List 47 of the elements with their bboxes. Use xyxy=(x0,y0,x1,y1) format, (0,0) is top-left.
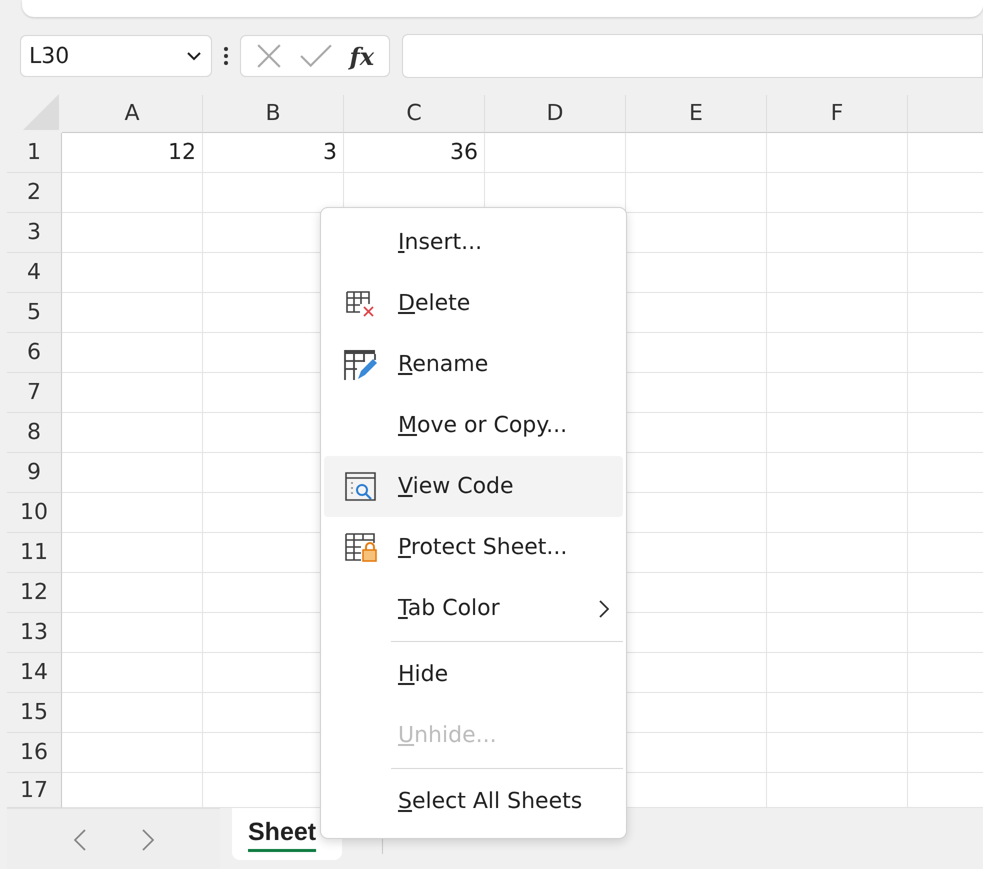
row-header[interactable]: 8 xyxy=(7,413,62,453)
menu-item[interactable]: Protect Sheet... xyxy=(324,517,623,578)
row-header[interactable]: 2 xyxy=(7,173,62,213)
row-header[interactable]: 9 xyxy=(7,453,62,493)
menu-item[interactable]: Move or Copy... xyxy=(324,395,623,456)
table-cell: 12 xyxy=(62,133,203,173)
row-header[interactable]: 5 xyxy=(7,293,62,333)
window-magnifier-icon xyxy=(345,472,377,502)
table-delete-icon xyxy=(346,290,376,316)
row-header[interactable]: 11 xyxy=(7,533,62,573)
table-cell: 3 xyxy=(203,133,344,173)
formula-input[interactable] xyxy=(402,34,983,78)
row-header[interactable]: 12 xyxy=(7,573,62,613)
chevron-left-icon[interactable] xyxy=(74,828,86,850)
table-pencil-icon xyxy=(344,348,378,380)
column-header[interactable]: A xyxy=(62,95,203,133)
row-header[interactable]: 6 xyxy=(7,333,62,373)
menu-item[interactable]: Insert... xyxy=(324,212,623,273)
row-header[interactable]: 13 xyxy=(7,613,62,653)
menu-item[interactable]: View Code xyxy=(324,456,623,517)
row-header[interactable]: 15 xyxy=(7,693,62,733)
column-header[interactable]: B xyxy=(203,95,344,133)
insert-function-button[interactable]: fx xyxy=(349,42,374,70)
row-header[interactable]: 16 xyxy=(7,733,62,773)
table-cell: 36 xyxy=(344,133,485,173)
menu-item[interactable]: Hide xyxy=(324,644,623,705)
row-header[interactable]: 14 xyxy=(7,653,62,693)
chevron-right-icon[interactable] xyxy=(142,828,154,850)
menu-item[interactable]: Delete xyxy=(324,273,623,334)
chevron-down-icon xyxy=(187,52,201,60)
checkmark-icon[interactable] xyxy=(300,43,332,69)
row-header[interactable]: 1 xyxy=(7,133,62,173)
row-header[interactable]: 17 xyxy=(7,773,62,808)
row-header[interactable]: 7 xyxy=(7,373,62,413)
row-header[interactable]: 4 xyxy=(7,253,62,293)
column-header[interactable]: F xyxy=(767,95,908,133)
column-header[interactable]: C xyxy=(344,95,485,133)
row-header[interactable]: 3 xyxy=(7,213,62,253)
name-box[interactable]: L30 xyxy=(20,35,212,77)
menu-item[interactable]: Rename xyxy=(324,334,623,395)
menu-item[interactable]: Tab Color xyxy=(324,578,623,639)
cancel-icon[interactable] xyxy=(256,43,282,69)
table-lock-icon xyxy=(345,532,377,562)
more-options-icon[interactable] xyxy=(224,46,228,66)
row-header[interactable]: 10 xyxy=(7,493,62,533)
column-header[interactable]: E xyxy=(626,95,767,133)
column-header[interactable]: D xyxy=(485,95,626,133)
